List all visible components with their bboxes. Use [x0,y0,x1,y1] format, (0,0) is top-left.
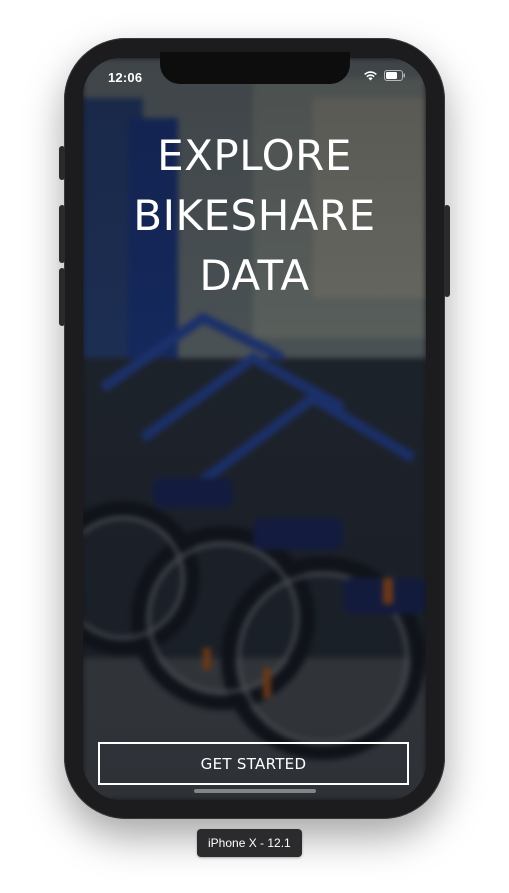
simulator-device-label: iPhone X - 12.1 [197,829,302,857]
wifi-icon [364,71,377,81]
volume-up-button [59,205,65,263]
hero-title: EXPLORE BIKESHARE DATA [133,131,376,300]
status-bar: 12:06 [83,58,426,94]
simulator-stage: 12:06 EXPLORE BIKESHARE DATA GET STARTED… [0,0,509,893]
power-button [444,205,450,297]
get-started-button[interactable]: GET STARTED [98,742,409,785]
home-indicator[interactable] [194,789,316,793]
battery-icon [384,70,405,81]
mute-switch [59,146,65,180]
status-icons [363,70,406,81]
status-time: 12:06 [108,70,143,85]
volume-down-button [59,268,65,326]
